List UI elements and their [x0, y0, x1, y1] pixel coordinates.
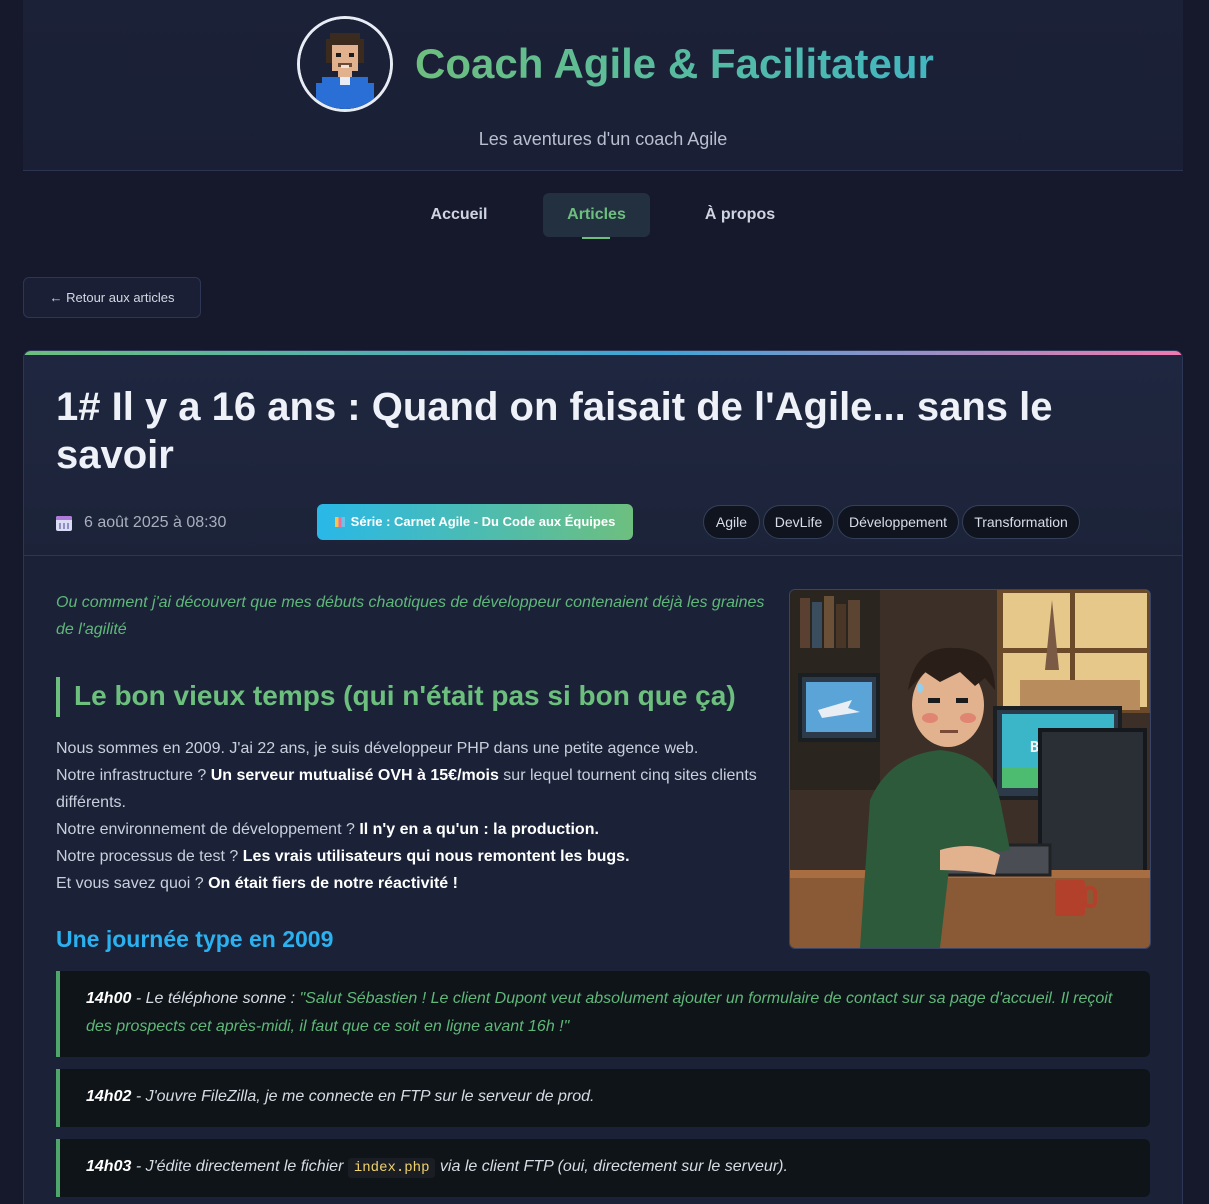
back-to-articles-button[interactable]: ← Retour aux articles [23, 277, 201, 318]
site-header: Coach Agile & Facilitateur Les aventures… [23, 0, 1183, 171]
series-label: Série : Carnet Agile - Du Code aux Équip… [350, 514, 616, 529]
paragraph-line: Nous sommes en 2009. J'ai 22 ans, je sui… [56, 740, 699, 757]
article-date-text: 6 août 2025 à 08:30 [84, 514, 227, 531]
article-intro: Ou comment j'ai découvert que mes débuts… [56, 594, 765, 638]
calendar-icon [56, 515, 72, 531]
active-indicator [582, 237, 610, 239]
article-header: 1# Il y a 16 ans : Quand on faisait de l… [24, 355, 1182, 556]
subsection-title: Une journée type en 2009 [56, 926, 334, 952]
series-badge[interactable]: Série : Carnet Agile - Du Code aux Équip… [317, 504, 633, 540]
paragraph-line: Notre environnement de développement ? I… [56, 821, 599, 838]
site-tagline: Les aventures d'un coach Agile [478, 129, 728, 149]
nav-item-label: À propos [704, 206, 776, 223]
timeline-entry: 14h02 - J'ouvre FileZilla, je me connect… [56, 1069, 1150, 1127]
article-body: Nous sommes en 2009. J'ai 22 ans, je sui… [56, 735, 776, 897]
nav-item-label: Accueil [430, 206, 488, 223]
books-icon [334, 517, 345, 527]
nav-item-accueil[interactable]: Accueil [409, 193, 509, 237]
tag-transformation[interactable]: Transformation [962, 505, 1080, 539]
inline-code: index.php [347, 1158, 436, 1178]
main-nav: Accueil Articles À propos [0, 193, 1209, 239]
paragraph-line: Et vous savez quoi ? On était fiers de n… [56, 875, 458, 892]
nav-item-articles[interactable]: Articles [543, 193, 650, 239]
section-title: Le bon vieux temps (qui n'était pas si b… [56, 677, 736, 717]
tag-developpement[interactable]: Développement [837, 505, 959, 539]
timeline-entry-text: 14h00 - Le téléphone sonne : "Salut Séba… [86, 990, 1113, 1035]
paragraph-line: Notre processus de test ? Les vrais util… [56, 848, 630, 865]
article-card: 1# Il y a 16 ans : Quand on faisait de l… [23, 350, 1183, 1204]
timeline-entry: 14h03 - J'édite directement le fichier i… [56, 1139, 1150, 1197]
tag-devlife[interactable]: DevLife [763, 505, 834, 539]
nav-item-a-propos[interactable]: À propos [684, 193, 796, 237]
timeline-entry-text: 14h02 - J'ouvre FileZilla, je me connect… [86, 1088, 595, 1105]
article-illustration: BUG [789, 589, 1151, 949]
timeline-entry-text: 14h03 - J'édite directement le fichier i… [86, 1158, 788, 1178]
avatar[interactable] [297, 16, 393, 112]
site-title[interactable]: Coach Agile & Facilitateur [415, 38, 975, 90]
nav-item-label: Articles [567, 206, 626, 223]
pixel-avatar-icon [300, 19, 390, 109]
article-title: 1# Il y a 16 ans : Quand on faisait de l… [56, 385, 1053, 477]
developer-desk-illustration: BUG [790, 590, 1150, 948]
article-date: 6 août 2025 à 08:30 [56, 513, 226, 533]
tag-agile[interactable]: Agile [703, 505, 760, 539]
paragraph-line: Notre infrastructure ? Un serveur mutual… [56, 767, 757, 811]
timeline-entry: 14h00 - Le téléphone sonne : "Salut Séba… [56, 971, 1150, 1057]
